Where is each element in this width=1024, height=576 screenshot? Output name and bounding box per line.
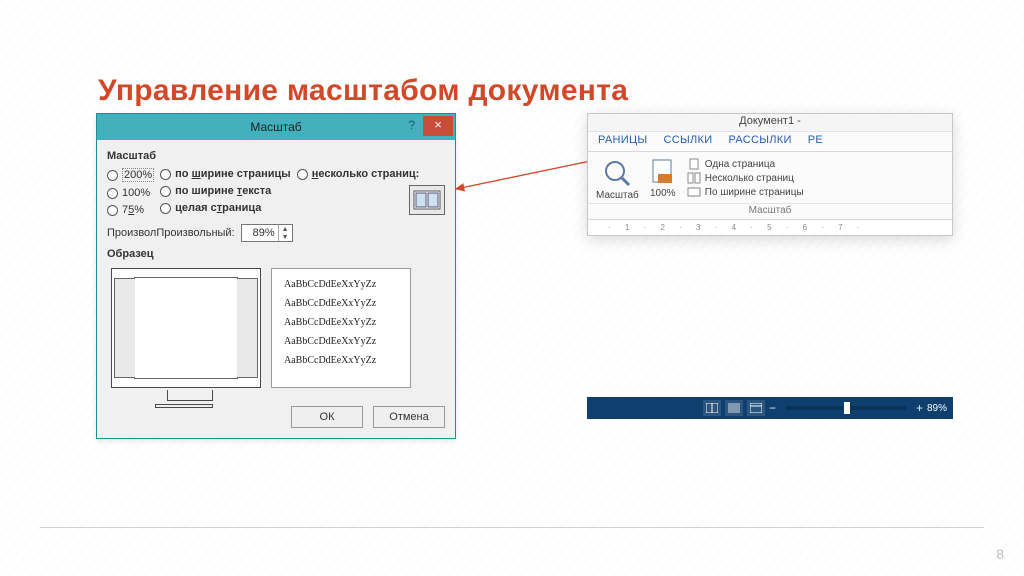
zoom-button[interactable]: Масштаб — [596, 158, 639, 201]
radio-multiple-pages[interactable]: несколько страниц: — [297, 168, 445, 180]
ruler: · 1 · 2 · 3 · 4 · 5 · 6 · 7 · — [588, 219, 952, 235]
zoom-group-label: Масштаб — [107, 150, 445, 162]
radio-200[interactable]: 200% — [107, 168, 154, 182]
ribbon-tabs: РАНИЦЫ ССЫЛКИ РАССЫЛКИ РЕ — [588, 132, 952, 152]
status-bar: − + 89% — [587, 397, 953, 419]
zoom-out-button[interactable]: − — [769, 401, 776, 415]
multi-page-button[interactable]: Несколько страниц — [687, 172, 804, 184]
dialog-title: Масштаб — [250, 120, 301, 134]
page-width-icon — [687, 186, 701, 198]
multi-page-preview-icon[interactable] — [409, 185, 445, 215]
radio-whole-page[interactable]: целая страница — [160, 202, 291, 214]
zoom-slider[interactable] — [786, 406, 906, 410]
sample-text-box: AaBbCcDdEeXxYyZz AaBbCcDdEeXxYyZz AaBbCc… — [271, 268, 411, 388]
sample-monitor-icon — [111, 268, 261, 388]
radio-75[interactable]: 75% — [107, 204, 154, 216]
ribbon-group-label: Масштаб — [588, 203, 952, 219]
magnifier-icon — [602, 158, 632, 188]
divider — [40, 527, 984, 528]
tab-review[interactable]: РЕ — [808, 134, 823, 149]
zoom-dialog: Масштаб ? × Масштаб 200% 100% 75% по шир… — [96, 113, 456, 439]
arrow-icon — [452, 155, 602, 195]
spinner-down-icon[interactable]: ▼ — [279, 233, 292, 241]
one-page-button[interactable]: Одна страница — [687, 158, 804, 170]
page-100-icon — [649, 158, 677, 186]
page-width-button[interactable]: По ширине страницы — [687, 186, 804, 198]
ok-button[interactable]: ОК — [291, 406, 363, 428]
slide-title: Управление масштабом документа — [98, 74, 628, 108]
custom-zoom-value[interactable]: 89% — [242, 227, 278, 239]
ribbon-snippet: Документ1 - РАНИЦЫ ССЫЛКИ РАССЫЛКИ РЕ Ма… — [587, 113, 953, 236]
custom-zoom-label: ПроизволПроизволПроизволПроизволПроизвол… — [107, 227, 235, 239]
document-title: Документ1 - — [588, 114, 952, 132]
radio-100[interactable]: 100% — [107, 187, 154, 199]
zoom-in-button[interactable]: + — [916, 401, 923, 415]
read-mode-icon[interactable] — [703, 400, 721, 416]
lbl: Произвольный: — [156, 227, 234, 239]
radio-page-width[interactable]: по ширине страницы — [160, 168, 291, 180]
slider-knob[interactable] — [844, 402, 850, 414]
page-number: 8 — [996, 546, 1004, 562]
multi-page-icon — [687, 172, 701, 184]
sample-label: Образец — [107, 248, 445, 260]
tab-mailings[interactable]: РАССЫЛКИ — [728, 134, 791, 149]
zoom-value[interactable]: 89% — [927, 403, 947, 414]
tab-links[interactable]: ССЫЛКИ — [663, 134, 712, 149]
radio-text-width[interactable]: по ширине текста — [160, 185, 291, 197]
web-layout-icon[interactable] — [747, 400, 765, 416]
dialog-titlebar[interactable]: Масштаб ? × — [97, 114, 455, 140]
spinner-up-icon[interactable]: ▲ — [279, 225, 292, 233]
zoom-100-button[interactable]: 100% — [649, 158, 677, 201]
custom-zoom-spinner[interactable]: 89% ▲▼ — [241, 224, 293, 242]
print-layout-icon[interactable] — [725, 400, 743, 416]
one-page-icon — [687, 158, 701, 170]
tab-pages[interactable]: РАНИЦЫ — [598, 134, 647, 149]
help-button[interactable]: ? — [402, 116, 421, 134]
cancel-button[interactable]: Отмена — [373, 406, 445, 428]
close-button[interactable]: × — [423, 116, 453, 136]
